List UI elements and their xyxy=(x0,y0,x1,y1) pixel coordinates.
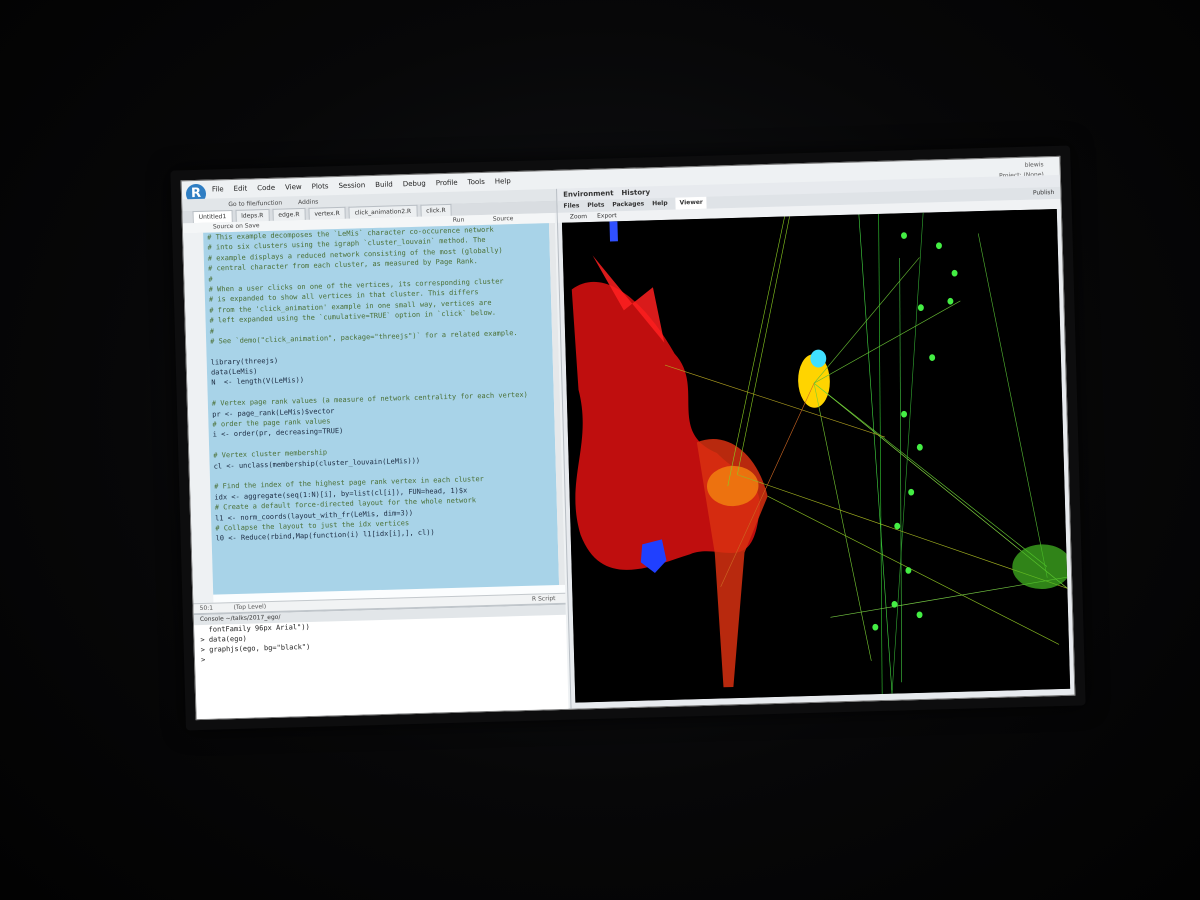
menu-item-build[interactable]: Build xyxy=(375,175,393,193)
console-pane[interactable]: Console ~/talks/2017_ego/ fontFamily 96p… xyxy=(193,602,569,721)
addins-button[interactable]: Addins xyxy=(298,198,318,206)
tab-help[interactable]: Help xyxy=(652,198,668,210)
tab-plots[interactable]: Plots xyxy=(587,200,604,212)
tab-history[interactable]: History xyxy=(621,186,650,199)
tab-viewer[interactable]: Viewer xyxy=(675,196,708,210)
menu-item-edit[interactable]: Edit xyxy=(233,180,247,198)
publish-button[interactable]: Publish xyxy=(1033,187,1055,200)
editor-tab[interactable]: vertex.R xyxy=(308,206,346,220)
editor-tab[interactable]: edge.R xyxy=(272,207,306,221)
tab-files[interactable]: Files xyxy=(563,200,579,212)
rstudio-window: R File Edit Code View Plots Session Build Debug… xyxy=(180,155,1076,721)
cursor-position: 50:1 xyxy=(199,604,214,613)
source-button[interactable]: Source xyxy=(493,214,514,225)
right-panes: Environment History Files Plots Packages Hel… xyxy=(556,174,1075,709)
projector-screen: R File Edit Code View Plots Session Build Debug… xyxy=(170,145,1086,731)
menu-item-file[interactable]: File xyxy=(212,180,224,198)
menu-item-code[interactable]: Code xyxy=(257,179,275,197)
code-text: # xyxy=(209,327,215,336)
menu-item-profile[interactable]: Profile xyxy=(436,174,458,193)
run-button[interactable]: Run xyxy=(453,215,465,225)
menu-item-plots[interactable]: Plots xyxy=(311,177,329,195)
menu-item-session[interactable]: Session xyxy=(338,176,365,195)
network-graph[interactable] xyxy=(561,208,1071,703)
menu-item-debug[interactable]: Debug xyxy=(403,175,427,194)
code-editor[interactable]: 1# This example decomposes the `LeMis` c… xyxy=(183,222,566,614)
code-selection[interactable]: 1# This example decomposes the `LeMis` c… xyxy=(203,223,560,595)
export-button[interactable]: Export xyxy=(597,211,617,222)
editor-tab[interactable]: Untitled1 xyxy=(192,209,233,224)
menu-item-view[interactable]: View xyxy=(285,178,302,196)
menu-item-tools[interactable]: Tools xyxy=(467,173,485,191)
editor-tab[interactable]: click.R xyxy=(419,203,452,217)
menu-item-help[interactable]: Help xyxy=(495,172,511,190)
editor-tab[interactable]: ldeps.R xyxy=(235,208,270,222)
go-to-file-input[interactable]: Go to file/function xyxy=(228,199,282,208)
code-text: # xyxy=(208,275,213,284)
tab-packages[interactable]: Packages xyxy=(612,198,644,211)
zoom-button[interactable]: Zoom xyxy=(570,212,588,222)
viewer-pane[interactable] xyxy=(561,208,1071,703)
